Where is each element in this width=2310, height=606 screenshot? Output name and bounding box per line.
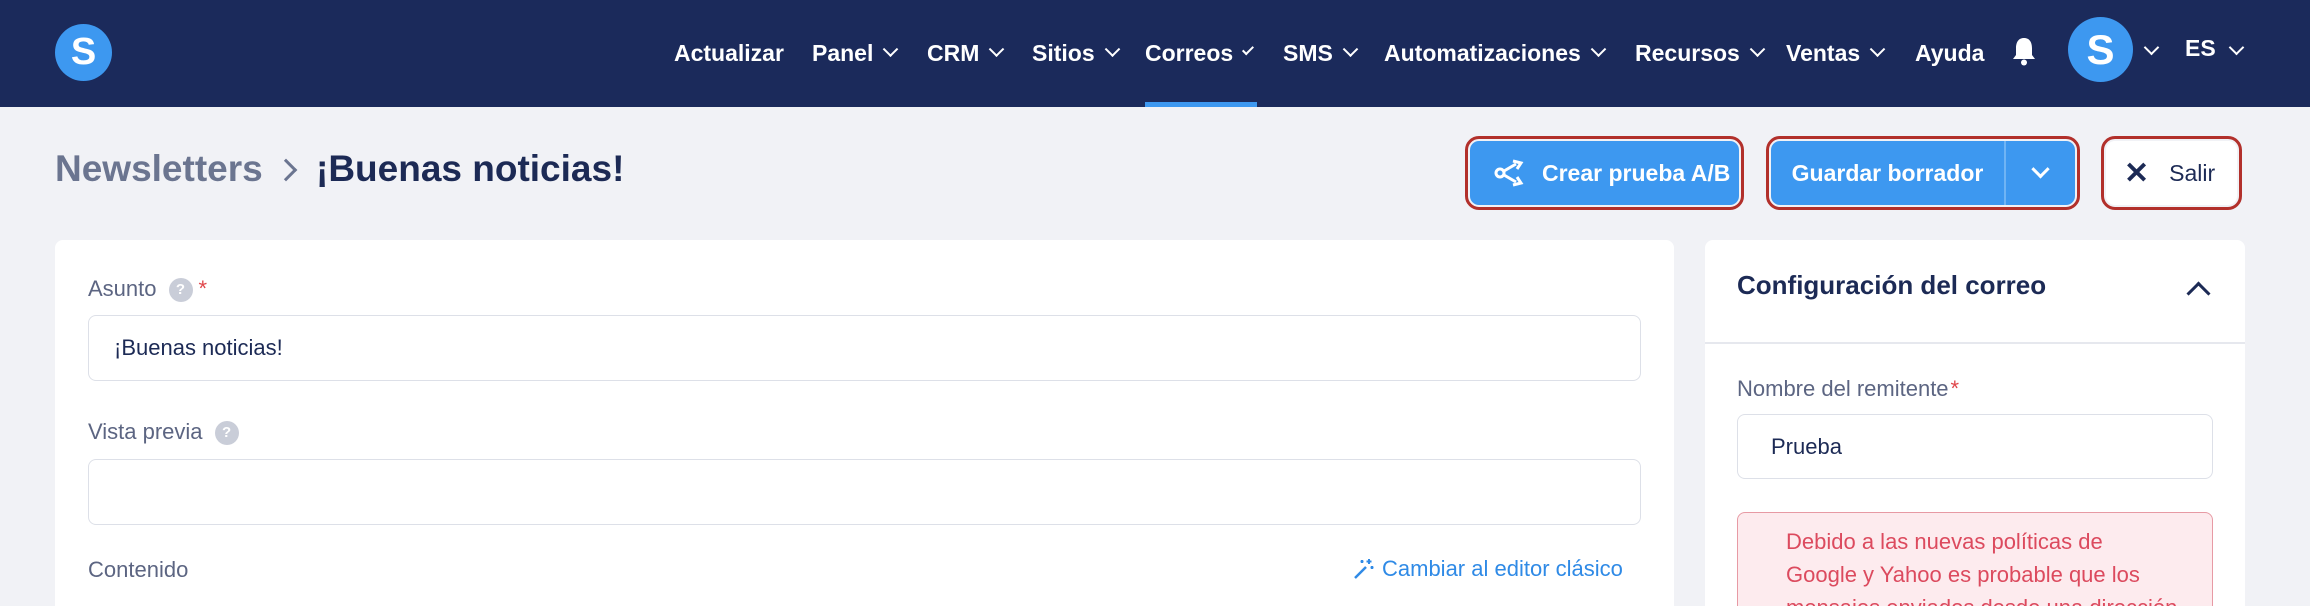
config-title: Configuración del correo xyxy=(1737,270,2047,300)
chevron-down-icon[interactable] xyxy=(2228,39,2245,56)
content-label: Contenido xyxy=(88,557,189,582)
top-navbar: S Actualizar Panel CRM Sitios Correos SM… xyxy=(0,0,2310,107)
magic-wand-icon xyxy=(1354,559,1374,579)
user-avatar[interactable]: S xyxy=(2068,17,2133,82)
required-mark: * xyxy=(1950,376,1960,401)
chevron-down-icon xyxy=(1242,43,1255,56)
required-mark: * xyxy=(198,276,208,301)
chevron-down-icon[interactable] xyxy=(2143,39,2160,56)
create-ab-test-button[interactable]: Crear prueba A/B xyxy=(1470,141,1739,205)
page-title: ¡Buenas noticias! xyxy=(316,148,625,189)
help-icon[interactable]: ? xyxy=(168,278,193,303)
divider xyxy=(1705,342,2245,344)
nav-item-recursos[interactable]: Recursos xyxy=(1635,0,1766,107)
exit-label: Salir xyxy=(2169,159,2216,186)
switch-editor-label: Cambiar al editor clásico xyxy=(1382,556,1623,581)
nav-item-label: Ventas xyxy=(1786,40,1861,66)
split-arrows-icon xyxy=(1494,159,1524,187)
nav-item-automatizaciones[interactable]: Automatizaciones xyxy=(1384,0,1607,107)
save-options-dropdown-button[interactable] xyxy=(2004,141,2075,205)
save-draft-button[interactable]: Guardar borrador xyxy=(1771,141,2004,205)
chevron-right-icon xyxy=(274,158,298,182)
sender-name-value: Prueba xyxy=(1771,433,1842,459)
ab-test-label: Crear prueba A/B xyxy=(1542,159,1731,186)
language-selector[interactable]: ES xyxy=(2185,0,2216,97)
subject-label-text: Asunto xyxy=(88,276,157,301)
deliverability-alert: Debido a las nuevas políticas de Google … xyxy=(1737,512,2213,606)
email-form-card xyxy=(55,240,1674,606)
nav-item-label: Actualizar xyxy=(674,40,784,66)
chevron-down-icon xyxy=(1749,41,1766,58)
help-icon[interactable]: ? xyxy=(214,421,239,446)
chevron-down-icon xyxy=(1590,41,1607,58)
nav-item-label: Automatizaciones xyxy=(1384,40,1581,66)
nav-item-label: SMS xyxy=(1283,40,1333,66)
bell-icon[interactable] xyxy=(2011,36,2037,66)
nav-item-actualizar[interactable]: Actualizar xyxy=(674,0,784,107)
alert-line: mensajes enviados desde una dirección xyxy=(1786,591,2212,606)
alert-line: Google y Yahoo es probable que los xyxy=(1786,562,2140,587)
nav-item-label: Ayuda xyxy=(1915,40,1985,66)
close-icon: ✕ xyxy=(2124,156,2150,190)
nav-item-ayuda[interactable]: Ayuda xyxy=(1915,0,1984,107)
sender-name-input[interactable]: Prueba xyxy=(1737,414,2213,479)
brand-logo[interactable]: S xyxy=(55,24,112,81)
chevron-down-icon xyxy=(2031,159,2050,178)
nav-item-crm[interactable]: CRM xyxy=(927,0,1005,107)
sender-label-text: Nombre del remitente xyxy=(1737,376,1949,401)
nav-item-label: Sitios xyxy=(1032,40,1095,66)
subject-value: ¡Buenas noticias! xyxy=(114,335,283,360)
subject-label: Asunto? * xyxy=(88,276,208,303)
chevron-down-icon xyxy=(1104,41,1120,58)
nav-item-label: Panel xyxy=(812,40,874,66)
nav-item-panel[interactable]: Panel xyxy=(812,0,899,107)
exit-button[interactable]: ✕ Salir xyxy=(2106,141,2237,205)
chevron-down-icon xyxy=(1869,41,1886,58)
sender-name-label: Nombre del remitente* xyxy=(1737,376,1959,402)
preview-input[interactable] xyxy=(88,459,1641,525)
subject-input[interactable]: ¡Buenas noticias! xyxy=(88,315,1641,381)
nav-item-label: Correos xyxy=(1145,40,1234,66)
nav-item-sitios[interactable]: Sitios xyxy=(1032,0,1120,107)
switch-classic-editor-link[interactable]: Cambiar al editor clásico xyxy=(1352,556,1623,582)
alert-line: Debido a las nuevas políticas de xyxy=(1786,529,2103,554)
nav-item-correos[interactable]: Correos xyxy=(1145,0,1257,107)
breadcrumb-root[interactable]: Newsletters xyxy=(55,148,263,190)
preview-label: Vista previa? xyxy=(88,419,239,446)
nav-item-ventas[interactable]: Ventas xyxy=(1786,0,1886,107)
save-draft-label: Guardar borrador xyxy=(1791,159,1984,186)
nav-item-sms[interactable]: SMS xyxy=(1283,0,1359,107)
chevron-down-icon xyxy=(883,41,899,58)
nav-item-label: Recursos xyxy=(1635,40,1740,66)
preview-label-text: Vista previa xyxy=(88,419,203,444)
chevron-down-icon xyxy=(1342,41,1359,58)
language-label: ES xyxy=(2185,35,2216,61)
nav-item-label: CRM xyxy=(927,40,980,66)
chevron-down-icon xyxy=(989,41,1005,58)
